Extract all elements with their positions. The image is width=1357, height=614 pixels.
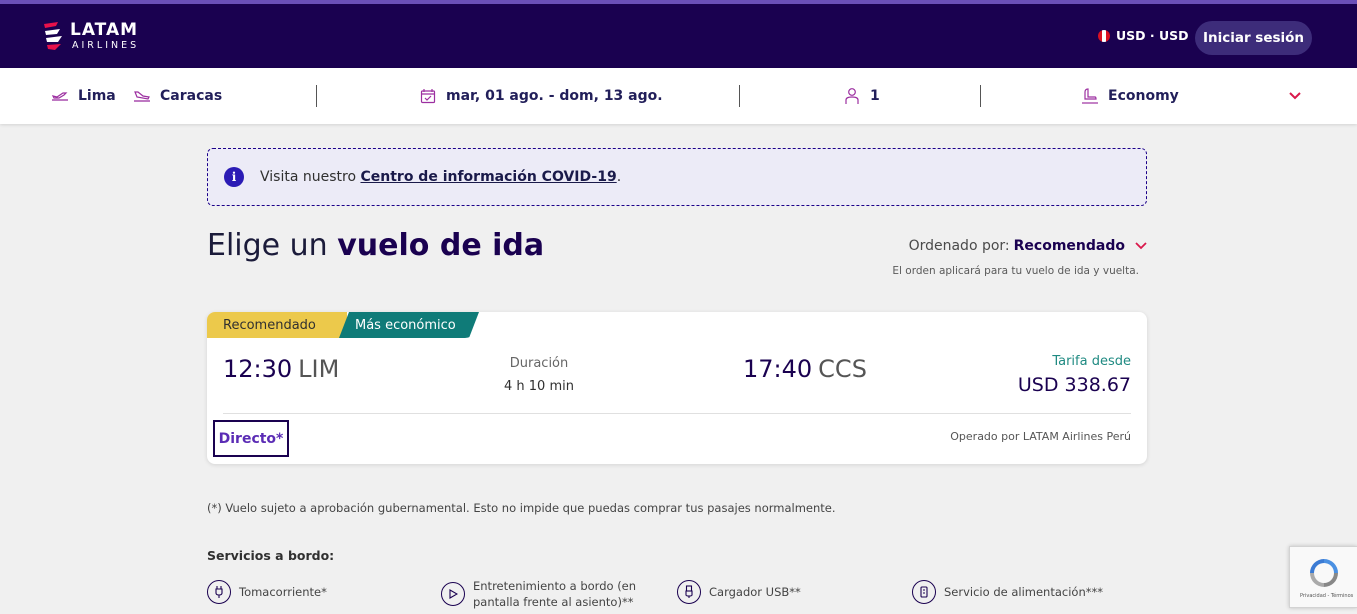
- search-summary-bar: Lima Caracas mar, 01 ago. - dom, 13 ago.…: [0, 68, 1357, 124]
- info-icon: i: [224, 167, 244, 187]
- meal-icon: [912, 580, 936, 604]
- covid-info-link[interactable]: Centro de información COVID-19: [360, 169, 616, 185]
- departure-airport: LIM: [298, 355, 340, 383]
- expand-search-button[interactable]: [1285, 68, 1305, 124]
- service-label: Cargador USB**: [709, 585, 801, 599]
- covid-info-banner: i Visita nuestro Centro de información C…: [207, 148, 1147, 206]
- operator-text: Operado por LATAM Airlines Perú: [950, 430, 1131, 443]
- passenger-icon: [842, 86, 862, 106]
- page-title: Elige un vuelo de ida: [207, 228, 544, 263]
- duration-value: 4 h 10 min: [504, 379, 574, 394]
- divider: [980, 85, 981, 107]
- service-item: Tomacorriente*: [207, 580, 327, 604]
- seat-icon: [1080, 86, 1100, 106]
- arrival-airport: CCS: [818, 355, 867, 383]
- sort-label: Ordenado por:: [908, 238, 1010, 254]
- cheapest-tag: Más económico: [339, 312, 479, 338]
- takeoff-icon: [50, 86, 70, 106]
- sort-note: El orden aplicará para tu vuelo de ida y…: [892, 265, 1139, 277]
- card-divider: [223, 413, 1131, 414]
- sort-dropdown[interactable]: Ordenado por: Recomendado: [909, 238, 1147, 254]
- service-label: Entretenimiento a bordo (en pantalla fre…: [473, 579, 637, 609]
- destination-label: Caracas: [160, 88, 223, 104]
- service-item: Cargador USB**: [677, 580, 801, 604]
- service-item: Entretenimiento a bordo (en pantalla fre…: [441, 578, 676, 610]
- currency-label: USD · USD: [1116, 28, 1189, 43]
- top-bar: LATAM AIRLINES USD · USD Iniciar sesión: [0, 0, 1357, 68]
- currency-selector[interactable]: USD · USD: [1098, 28, 1189, 43]
- covid-text: Visita nuestro: [260, 169, 357, 185]
- calendar-icon: [418, 86, 438, 106]
- fare-price: USD 338.67: [1017, 374, 1131, 396]
- landing-icon: [132, 86, 152, 106]
- departure-time: 12:30 LIM: [223, 355, 340, 383]
- chevron-down-icon: [1135, 239, 1147, 254]
- chevron-down-icon: [1285, 86, 1305, 106]
- recaptcha-badge[interactable]: Privacidad - Términos: [1289, 546, 1357, 608]
- play-icon: [441, 582, 465, 606]
- fare-label: Tarifa desde: [1052, 354, 1131, 369]
- usb-icon: [677, 580, 701, 604]
- page-title-bold: vuelo de ida: [337, 228, 545, 263]
- footnote: (*) Vuelo sujeto a aprobación gubernamen…: [207, 501, 836, 515]
- passengers-field[interactable]: 1: [842, 68, 880, 124]
- arrival-time: 17:40 CCS: [743, 355, 867, 383]
- peru-flag-icon: [1098, 29, 1110, 42]
- sort-value: Recomendado: [1013, 238, 1125, 254]
- flight-card[interactable]: Recomendado Más económico 12:30 LIM Durac…: [207, 312, 1147, 464]
- page-title-light: Elige un: [207, 228, 328, 263]
- destination-field[interactable]: Caracas: [132, 68, 222, 124]
- plug-icon: [207, 580, 231, 604]
- covid-text-end: .: [616, 169, 622, 185]
- dates-field[interactable]: mar, 01 ago. - dom, 13 ago.: [418, 68, 663, 124]
- divider: [739, 85, 740, 107]
- service-item: Servicio de alimentación***: [912, 580, 1103, 604]
- recaptcha-icon: [1310, 559, 1338, 587]
- logo-main-text: LATAM: [70, 19, 139, 40]
- recaptcha-links[interactable]: Privacidad - Términos: [1300, 593, 1353, 599]
- logo-sub-text: AIRLINES: [72, 39, 140, 51]
- login-button[interactable]: Iniciar sesión: [1195, 21, 1312, 55]
- passengers-count: 1: [870, 88, 880, 104]
- cabin-label: Economy: [1108, 88, 1179, 104]
- recommended-tag: Recomendado: [207, 312, 347, 338]
- dates-label: mar, 01 ago. - dom, 13 ago.: [446, 88, 663, 104]
- service-label: Tomacorriente*: [239, 585, 327, 599]
- origin-field[interactable]: Lima: [50, 68, 116, 124]
- latam-logo-icon: [44, 22, 62, 50]
- latam-logo[interactable]: LATAM AIRLINES: [42, 20, 139, 52]
- cabin-field[interactable]: Economy: [1080, 68, 1179, 124]
- services-title: Servicios a bordo:: [207, 548, 335, 563]
- origin-label: Lima: [78, 88, 116, 104]
- direct-flight-button[interactable]: Directo*: [213, 420, 289, 457]
- duration-label: Duración: [509, 356, 569, 371]
- divider: [316, 85, 317, 107]
- service-label: Servicio de alimentación***: [944, 585, 1103, 599]
